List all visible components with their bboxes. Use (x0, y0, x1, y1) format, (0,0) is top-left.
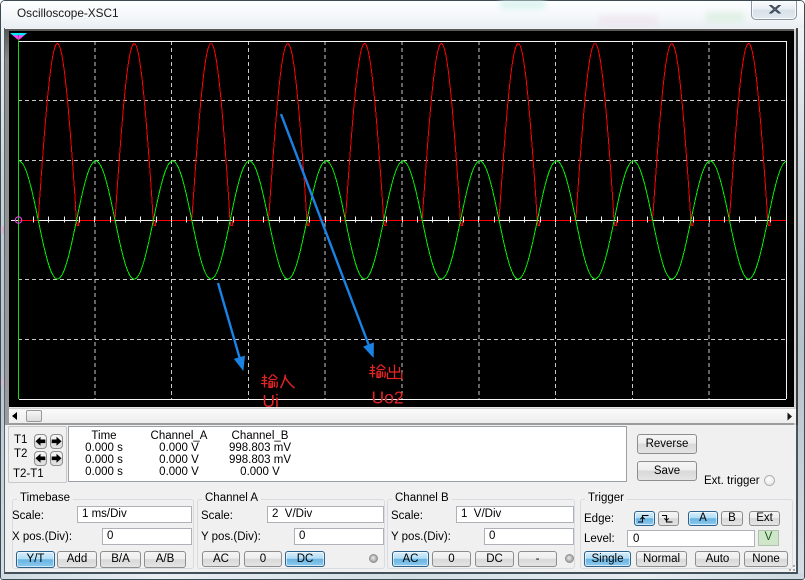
svg-text:Uo2: Uo2 (372, 388, 404, 408)
svg-text:Ui: Ui (262, 391, 279, 411)
